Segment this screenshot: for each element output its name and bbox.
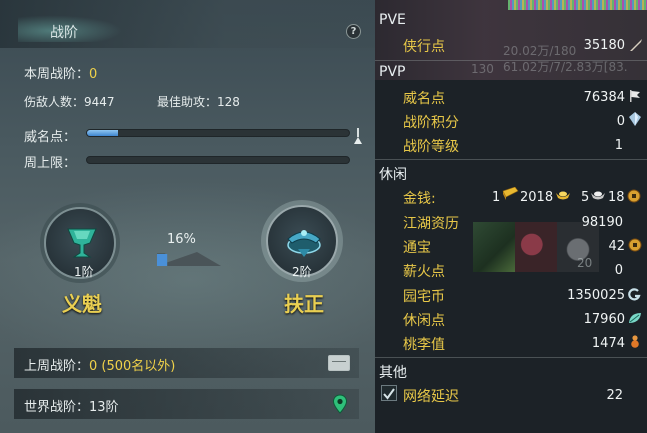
pvp-level-label: 战阶等级 bbox=[403, 139, 459, 155]
section-pvp: PVP bbox=[379, 64, 406, 80]
world-rank: 世界战阶：13阶 bbox=[24, 400, 119, 415]
money-silver-ingot: 5 bbox=[581, 190, 590, 205]
prestige-progress-bar bbox=[86, 129, 350, 137]
weekly-rank-row: 本周战阶：0 bbox=[24, 63, 97, 82]
gold-ingot-icon bbox=[556, 191, 570, 200]
section-other: 其他 bbox=[379, 365, 407, 381]
flag-icon bbox=[630, 90, 640, 102]
copper-coin-icon bbox=[627, 189, 641, 203]
g-coin-icon bbox=[628, 288, 641, 301]
checkmark-icon bbox=[383, 388, 395, 400]
money-gold-ingot: 2018 bbox=[520, 190, 554, 205]
pvp-score-value: 0 bbox=[616, 114, 625, 129]
pve-item-value: 35180 bbox=[583, 38, 625, 53]
panel-title: 战阶 bbox=[50, 25, 78, 41]
last-week-label: 上周战阶： bbox=[24, 359, 90, 374]
emblem-right-name: 扶正 bbox=[284, 292, 324, 316]
taoli-value: 1474 bbox=[591, 336, 625, 351]
gold-bar-icon bbox=[502, 187, 519, 200]
thumbnail-red bbox=[515, 222, 557, 272]
crystal-icon bbox=[629, 112, 641, 126]
currency-panel: 20.02万/180 61.02万/7/2.83万[83. 130 PVE 侠行… bbox=[375, 0, 647, 433]
upgrade-percent: 16% bbox=[167, 232, 196, 247]
kills-count: 伤敌人数：9447 bbox=[24, 95, 115, 109]
leisure-point-value: 17960 bbox=[583, 312, 625, 327]
weekly-cap-label: 周上限： bbox=[24, 156, 77, 171]
garden-coin-value: 1350025 bbox=[567, 288, 625, 303]
last-week-rank: 上周战阶：0 (500名以外) bbox=[24, 355, 175, 374]
money-label: 金钱: bbox=[403, 191, 436, 207]
upgrade-progress-wedge bbox=[157, 252, 221, 266]
leaf-icon bbox=[629, 313, 641, 323]
weekly-cap-progress-bar bbox=[86, 156, 350, 164]
emblem-right-level: 2阶 bbox=[292, 265, 312, 279]
ticket-icon[interactable] bbox=[328, 355, 350, 371]
section-leisure: 休闲 bbox=[379, 167, 407, 183]
emblem-left-name: 义魁 bbox=[62, 292, 102, 316]
latency-value: 22 bbox=[606, 388, 623, 403]
helmet-emblem-icon bbox=[287, 230, 321, 257]
xinhuo-value: 0 bbox=[614, 263, 623, 278]
pvp-score-label: 战阶积分 bbox=[403, 115, 459, 131]
xinhuo-label: 薪火点 bbox=[403, 264, 445, 280]
decorative-stripes bbox=[508, 0, 647, 10]
pvp-level-value: 1 bbox=[614, 138, 623, 153]
latency-checkbox[interactable] bbox=[381, 385, 397, 401]
cup-emblem-icon bbox=[67, 228, 97, 258]
latency-label: 网络延迟 bbox=[403, 389, 459, 405]
overlay-text-130: 130 bbox=[471, 62, 494, 76]
weekly-rank-label: 本周战阶： bbox=[24, 67, 90, 82]
divider bbox=[375, 60, 647, 61]
help-icon[interactable]: ? bbox=[346, 24, 361, 39]
pve-item-label: 侠行点 bbox=[403, 39, 445, 55]
pvp-prestige-value: 76384 bbox=[583, 90, 625, 105]
gourd-icon bbox=[631, 335, 639, 348]
weekly-rank-value: 0 bbox=[89, 67, 98, 82]
taoli-label: 桃李值 bbox=[403, 337, 445, 353]
sword-icon bbox=[630, 39, 642, 51]
pvp-prestige-label: 威名点 bbox=[403, 91, 445, 107]
coin-icon bbox=[628, 238, 642, 252]
location-pin-icon[interactable] bbox=[332, 394, 348, 414]
tongbao-value: 42 bbox=[608, 239, 625, 254]
leisure-point-label: 休闲点 bbox=[403, 313, 445, 329]
last-week-value: 0 (500名以外) bbox=[89, 359, 176, 374]
divider bbox=[375, 159, 647, 160]
battle-rank-panel: 战阶 ? 本周战阶：0 伤敌人数：9447 最佳助攻：128 威名点： 周上限：… bbox=[0, 0, 375, 433]
emblem-left-level: 1阶 bbox=[74, 265, 94, 279]
silver-ingot-icon bbox=[591, 191, 605, 200]
prestige-progress-fill bbox=[87, 130, 119, 136]
prestige-label: 威名点： bbox=[24, 130, 77, 145]
tongbao-label: 通宝 bbox=[403, 240, 431, 256]
section-pve: PVE bbox=[379, 12, 406, 28]
money-gold-bar: 1 bbox=[492, 190, 501, 205]
best-assist: 最佳助攻：128 bbox=[157, 95, 240, 109]
garden-coin-label: 园宅币 bbox=[403, 289, 445, 305]
overlay-text-1: 20.02万/180 bbox=[503, 44, 577, 58]
thumbnail-green bbox=[473, 222, 515, 272]
overlay-text-20: 20 bbox=[577, 256, 593, 270]
divider bbox=[375, 357, 647, 358]
cap-marker-icon bbox=[354, 128, 362, 144]
money-copper-coin: 18 bbox=[608, 190, 625, 205]
jianghu-label: 江湖资历 bbox=[403, 216, 459, 232]
jianghu-value: 98190 bbox=[581, 215, 623, 230]
